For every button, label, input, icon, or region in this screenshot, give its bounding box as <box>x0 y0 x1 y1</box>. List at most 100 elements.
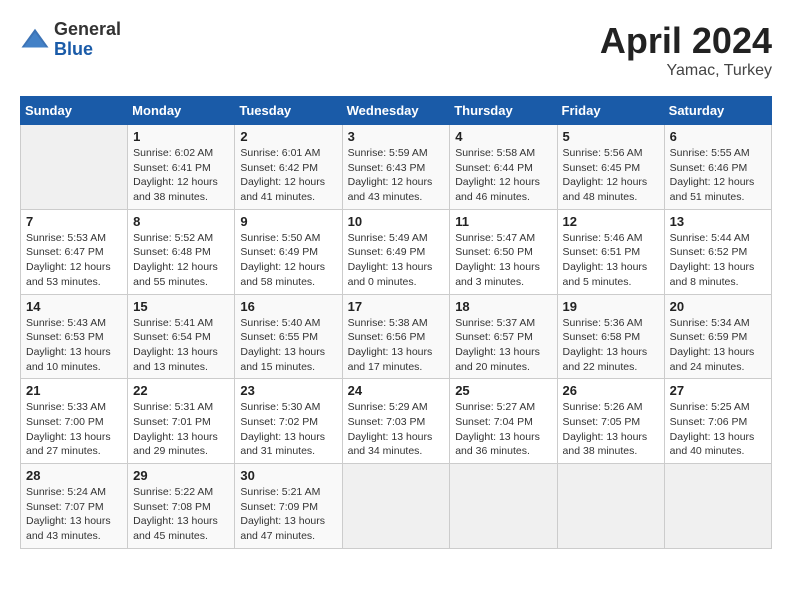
day-number: 6 <box>670 129 766 144</box>
day-number: 15 <box>133 299 229 314</box>
calendar-cell: 22 Sunrise: 5:31 AMSunset: 7:01 PMDayligh… <box>128 379 235 464</box>
day-number: 4 <box>455 129 551 144</box>
day-info: Sunrise: 5:40 AMSunset: 6:55 PMDaylight:… <box>240 316 336 375</box>
calendar-cell: 26Sunrise: 5:26 AMSunset: 7:05 PMDayligh… <box>557 379 664 464</box>
day-number: 28 <box>26 468 122 483</box>
logo: General Blue <box>20 20 121 60</box>
calendar-body: 1Sunrise: 6:02 AMSunset: 6:41 PMDaylight… <box>21 125 772 549</box>
month-title: April 2024 <box>600 20 772 62</box>
day-info: Sunrise: 5:24 AMSunset: 7:07 PMDaylight:… <box>26 485 122 544</box>
day-number: 11 <box>455 214 551 229</box>
day-number: 23 <box>240 383 336 398</box>
calendar-cell: 23 Sunrise: 5:30 AMSunset: 7:02 PMDayligh… <box>235 379 342 464</box>
day-info: Sunrise: 5:26 AMSunset: 7:05 PMDaylight:… <box>563 400 659 459</box>
day-info: Sunrise: 5:44 AMSunset: 6:52 PMDaylight:… <box>670 231 766 290</box>
calendar-cell: 27 Sunrise: 5:25 AMSunset: 7:06 PMDayligh… <box>664 379 771 464</box>
week-row-1: 1Sunrise: 6:02 AMSunset: 6:41 PMDaylight… <box>21 125 772 210</box>
day-info: Sunrise: 5:58 AMSunset: 6:44 PMDaylight:… <box>455 146 551 205</box>
calendar-cell: 1Sunrise: 6:02 AMSunset: 6:41 PMDaylight… <box>128 125 235 210</box>
day-number: 13 <box>670 214 766 229</box>
day-header-wednesday: Wednesday <box>342 97 450 125</box>
location-title: Yamac, Turkey <box>600 62 772 80</box>
week-row-3: 14Sunrise: 5:43 AMSunset: 6:53 PMDayligh… <box>21 294 772 379</box>
calendar-cell <box>21 125 128 210</box>
day-number: 9 <box>240 214 336 229</box>
calendar-cell <box>342 464 450 549</box>
calendar-cell: 2 Sunrise: 6:01 AMSunset: 6:42 PMDaylight… <box>235 125 342 210</box>
calendar-cell: 9 Sunrise: 5:50 AMSunset: 6:49 PMDaylight… <box>235 209 342 294</box>
calendar-cell: 13 Sunrise: 5:44 AMSunset: 6:52 PMDayligh… <box>664 209 771 294</box>
calendar-cell: 11 Sunrise: 5:47 AMSunset: 6:50 PMDayligh… <box>450 209 557 294</box>
calendar-cell: 21 Sunrise: 5:33 AMSunset: 7:00 PMDayligh… <box>21 379 128 464</box>
day-info: Sunrise: 5:56 AMSunset: 6:45 PMDaylight:… <box>563 146 659 205</box>
day-info: Sunrise: 5:53 AMSunset: 6:47 PMDaylight:… <box>26 231 122 290</box>
day-number: 16 <box>240 299 336 314</box>
day-number: 27 <box>670 383 766 398</box>
week-row-4: 21 Sunrise: 5:33 AMSunset: 7:00 PMDayligh… <box>21 379 772 464</box>
day-number: 22 <box>133 383 229 398</box>
day-number: 2 <box>240 129 336 144</box>
day-number: 30 <box>240 468 336 483</box>
week-row-5: 28 Sunrise: 5:24 AMSunset: 7:07 PMDayligh… <box>21 464 772 549</box>
day-info: Sunrise: 5:30 AMSunset: 7:02 PMDaylight:… <box>240 400 336 459</box>
calendar-cell: 10 Sunrise: 5:49 AMSunset: 6:49 PMDayligh… <box>342 209 450 294</box>
day-info: Sunrise: 5:31 AMSunset: 7:01 PMDaylight:… <box>133 400 229 459</box>
day-info: Sunrise: 5:47 AMSunset: 6:50 PMDaylight:… <box>455 231 551 290</box>
day-info: Sunrise: 5:38 AMSunset: 6:56 PMDaylight:… <box>348 316 445 375</box>
calendar-cell <box>450 464 557 549</box>
day-number: 10 <box>348 214 445 229</box>
calendar-cell: 24 Sunrise: 5:29 AMSunset: 7:03 PMDayligh… <box>342 379 450 464</box>
day-info: Sunrise: 5:36 AMSunset: 6:58 PMDaylight:… <box>563 316 659 375</box>
day-info: Sunrise: 5:49 AMSunset: 6:49 PMDaylight:… <box>348 231 445 290</box>
calendar-cell: 16 Sunrise: 5:40 AMSunset: 6:55 PMDayligh… <box>235 294 342 379</box>
calendar-cell: 6 Sunrise: 5:55 AMSunset: 6:46 PMDaylight… <box>664 125 771 210</box>
day-header-tuesday: Tuesday <box>235 97 342 125</box>
calendar-header: SundayMondayTuesdayWednesdayThursdayFrid… <box>21 97 772 125</box>
header-row: SundayMondayTuesdayWednesdayThursdayFrid… <box>21 97 772 125</box>
day-header-monday: Monday <box>128 97 235 125</box>
day-number: 7 <box>26 214 122 229</box>
day-info: Sunrise: 6:01 AMSunset: 6:42 PMDaylight:… <box>240 146 336 205</box>
day-number: 1 <box>133 129 229 144</box>
day-number: 20 <box>670 299 766 314</box>
day-number: 19 <box>563 299 659 314</box>
day-info: Sunrise: 5:50 AMSunset: 6:49 PMDaylight:… <box>240 231 336 290</box>
calendar-cell: 14Sunrise: 5:43 AMSunset: 6:53 PMDayligh… <box>21 294 128 379</box>
day-number: 24 <box>348 383 445 398</box>
day-info: Sunrise: 5:46 AMSunset: 6:51 PMDaylight:… <box>563 231 659 290</box>
calendar-cell: 18Sunrise: 5:37 AMSunset: 6:57 PMDayligh… <box>450 294 557 379</box>
day-info: Sunrise: 5:55 AMSunset: 6:46 PMDaylight:… <box>670 146 766 205</box>
day-info: Sunrise: 5:29 AMSunset: 7:03 PMDaylight:… <box>348 400 445 459</box>
day-header-thursday: Thursday <box>450 97 557 125</box>
calendar-cell: 28 Sunrise: 5:24 AMSunset: 7:07 PMDayligh… <box>21 464 128 549</box>
logo-blue-text: Blue <box>54 40 121 60</box>
calendar-cell: 12Sunrise: 5:46 AMSunset: 6:51 PMDayligh… <box>557 209 664 294</box>
calendar-cell: 25Sunrise: 5:27 AMSunset: 7:04 PMDayligh… <box>450 379 557 464</box>
logo-icon <box>20 25 50 55</box>
day-number: 21 <box>26 383 122 398</box>
day-info: Sunrise: 5:33 AMSunset: 7:00 PMDaylight:… <box>26 400 122 459</box>
day-info: Sunrise: 5:41 AMSunset: 6:54 PMDaylight:… <box>133 316 229 375</box>
day-header-friday: Friday <box>557 97 664 125</box>
calendar-cell: 29Sunrise: 5:22 AMSunset: 7:08 PMDayligh… <box>128 464 235 549</box>
logo-general-text: General <box>54 20 121 40</box>
page-header: General Blue April 2024 Yamac, Turkey <box>20 20 772 80</box>
day-info: Sunrise: 5:25 AMSunset: 7:06 PMDaylight:… <box>670 400 766 459</box>
calendar-cell: 20 Sunrise: 5:34 AMSunset: 6:59 PMDayligh… <box>664 294 771 379</box>
calendar-cell <box>664 464 771 549</box>
day-number: 14 <box>26 299 122 314</box>
day-header-saturday: Saturday <box>664 97 771 125</box>
day-number: 8 <box>133 214 229 229</box>
calendar-cell <box>557 464 664 549</box>
calendar-cell: 17Sunrise: 5:38 AMSunset: 6:56 PMDayligh… <box>342 294 450 379</box>
day-info: Sunrise: 5:37 AMSunset: 6:57 PMDaylight:… <box>455 316 551 375</box>
day-info: Sunrise: 5:34 AMSunset: 6:59 PMDaylight:… <box>670 316 766 375</box>
calendar-cell: 8 Sunrise: 5:52 AMSunset: 6:48 PMDaylight… <box>128 209 235 294</box>
calendar-cell: 3Sunrise: 5:59 AMSunset: 6:43 PMDaylight… <box>342 125 450 210</box>
day-info: Sunrise: 5:52 AMSunset: 6:48 PMDaylight:… <box>133 231 229 290</box>
day-info: Sunrise: 5:22 AMSunset: 7:08 PMDaylight:… <box>133 485 229 544</box>
day-number: 5 <box>563 129 659 144</box>
day-number: 25 <box>455 383 551 398</box>
logo-text: General Blue <box>54 20 121 60</box>
calendar-table: SundayMondayTuesdayWednesdayThursdayFrid… <box>20 96 772 549</box>
